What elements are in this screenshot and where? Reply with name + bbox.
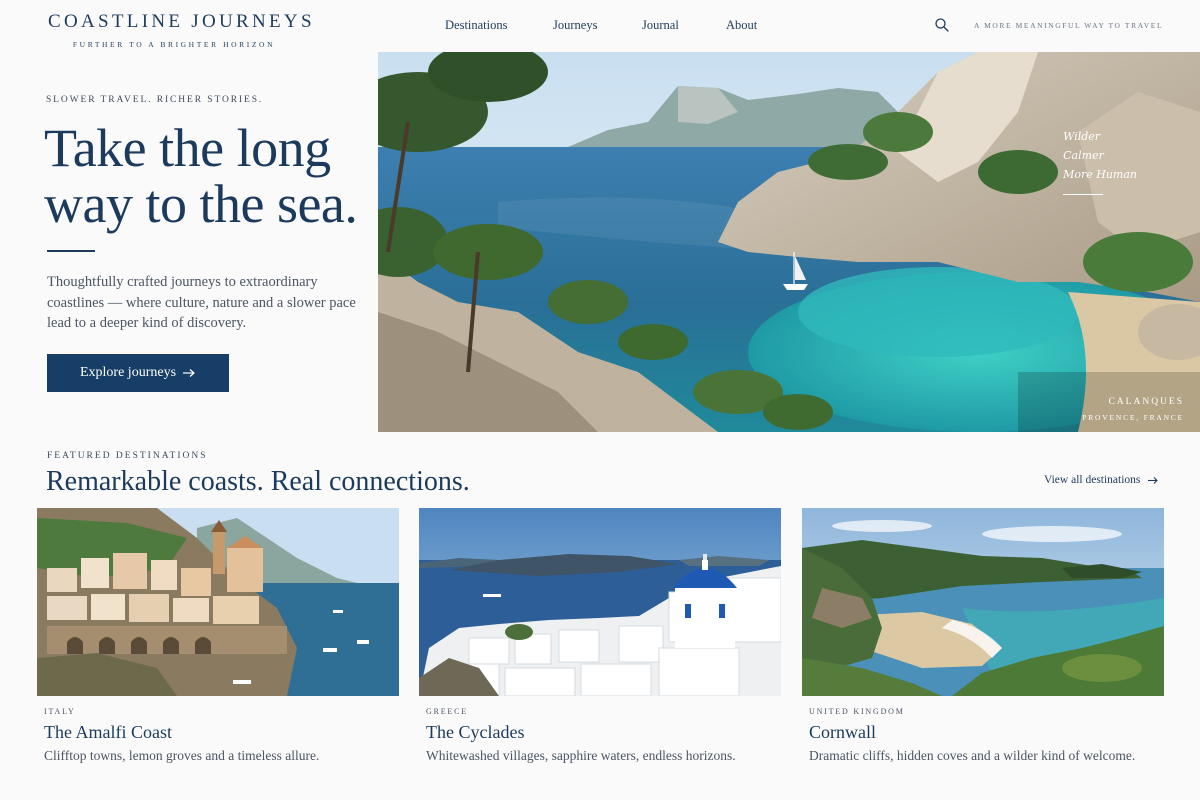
hero-divider (47, 250, 95, 252)
explore-journeys-button[interactable]: Explore journeys (47, 354, 229, 392)
view-all-destinations-link[interactable]: View all destinations (1044, 474, 1159, 486)
hero-word-2: Calmer (1063, 149, 1104, 162)
cyclades-image (419, 508, 781, 696)
card-title: The Amalfi Coast (44, 722, 172, 742)
card-description: Clifftop towns, lemon groves and a timel… (44, 748, 320, 763)
hero-image-caption: CALANQUES PROVENCE, FRANCE (1082, 397, 1184, 422)
nav-about[interactable]: About (726, 18, 757, 33)
site-header: COASTLINE JOURNEYS FURTHER TO A BRIGHTER… (0, 0, 1200, 52)
hero-word-3: More Human (1063, 168, 1137, 181)
hero-title: Take the long way to the sea. (44, 118, 358, 234)
hero-words-divider (1063, 194, 1104, 195)
arrow-right-icon (183, 369, 195, 377)
amalfi-image (37, 508, 399, 696)
featured-eyebrow: FEATURED DESTINATIONS (47, 451, 208, 461)
nav-destinations[interactable]: Destinations (445, 18, 508, 33)
caption-place: CALANQUES (1108, 397, 1184, 407)
card-description: Dramatic cliffs, hidden coves and a wild… (809, 748, 1136, 763)
cornwall-image (802, 508, 1164, 696)
arrow-right-icon (1148, 476, 1159, 484)
caption-region: PROVENCE, FRANCE (1082, 413, 1184, 422)
hero-image-words: Wilder Calmer More Human (1063, 127, 1137, 195)
nav-journeys[interactable]: Journeys (553, 18, 597, 33)
header-tagline: A MORE MEANINGFUL WAY TO TRAVEL (974, 21, 1164, 30)
destination-card-cyclades[interactable]: GREECE The Cyclades Whitewashed villages… (419, 508, 781, 788)
search-icon[interactable] (934, 17, 950, 33)
destination-card-amalfi[interactable]: ITALY The Amalfi Coast Clifftop towns, l… (37, 508, 399, 788)
brand-logo[interactable]: COASTLINE JOURNEYS FURTHER TO A BRIGHTER… (48, 11, 315, 49)
card-country: ITALY (44, 707, 76, 716)
card-title: Cornwall (809, 722, 876, 742)
hero-image-calanques: Wilder Calmer More Human CALANQUES PROVE… (378, 52, 1200, 432)
explore-journeys-label: Explore journeys (79, 365, 177, 380)
hero-title-line-1: Take the long (44, 118, 331, 178)
card-country: GREECE (426, 707, 468, 716)
hero-title-line-2: way to the sea. (44, 174, 358, 234)
hero-word-1: Wilder (1063, 130, 1101, 143)
brand-tagline: FURTHER TO A BRIGHTER HORIZON (72, 40, 276, 49)
hero-description: Thoughtfully crafted journeys to extraor… (47, 274, 356, 331)
brand-name: COASTLINE JOURNEYS (48, 11, 315, 32)
card-title: The Cyclades (426, 722, 525, 742)
destination-card-cornwall[interactable]: UNITED KINGDOM Cornwall Dramatic cliffs,… (802, 508, 1164, 788)
hero-eyebrow: SLOWER TRAVEL. RICHER STORIES. (46, 95, 264, 105)
nav-journal[interactable]: Journal (642, 18, 679, 33)
featured-title: Remarkable coasts. Real connections. (46, 466, 470, 497)
card-description: Whitewashed villages, sapphire waters, e… (426, 748, 736, 763)
card-country: UNITED KINGDOM (809, 707, 905, 716)
view-all-label: View all destinations (1044, 474, 1141, 486)
